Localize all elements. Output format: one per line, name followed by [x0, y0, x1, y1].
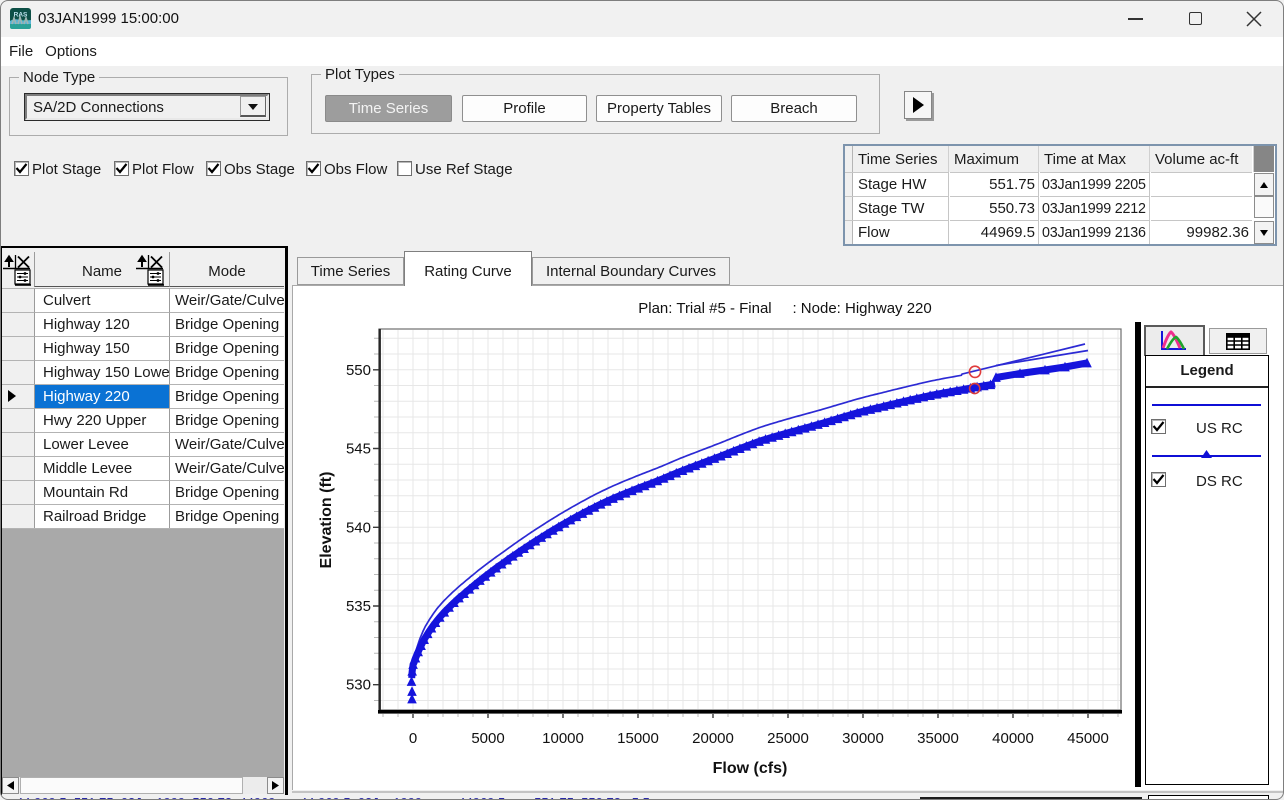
svg-text:35000: 35000: [917, 730, 959, 747]
svg-text:535: 535: [346, 598, 371, 615]
svg-text:550: 550: [346, 362, 371, 379]
svg-text:0: 0: [409, 730, 417, 747]
svg-text:540: 540: [346, 519, 371, 536]
svg-text:45000: 45000: [1067, 730, 1109, 747]
svg-text:Flow (cfs): Flow (cfs): [713, 760, 788, 777]
svg-text:40000: 40000: [992, 730, 1034, 747]
svg-text:Plan: Trial #5 - Final : N: Plan: Trial #5 - Final : Node: Highway 2…: [638, 300, 931, 317]
svg-text:530: 530: [346, 677, 371, 694]
svg-text:30000: 30000: [842, 730, 884, 747]
svg-text:5000: 5000: [471, 730, 504, 747]
svg-text:20000: 20000: [692, 730, 734, 747]
svg-text:10000: 10000: [542, 730, 584, 747]
svg-text:Elevation (ft): Elevation (ft): [318, 472, 335, 569]
svg-text:15000: 15000: [617, 730, 659, 747]
svg-text:RAS: RAS: [14, 12, 28, 19]
svg-text:545: 545: [346, 441, 371, 458]
svg-text:25000: 25000: [767, 730, 809, 747]
